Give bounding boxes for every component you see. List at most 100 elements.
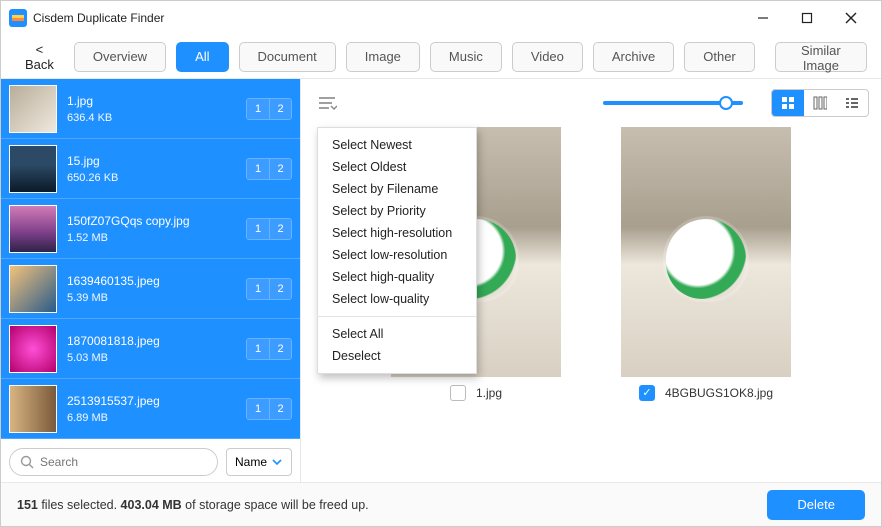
- thumbnail: [9, 325, 57, 373]
- tab-video[interactable]: Video: [512, 42, 583, 72]
- file-size-label: 6.89 MB: [67, 412, 246, 424]
- menu-item[interactable]: Select high-resolution: [318, 222, 476, 244]
- tab-all[interactable]: All: [176, 42, 228, 72]
- list-item[interactable]: 15.jpg 650.26 KB12: [1, 139, 300, 199]
- file-name-label: 1.jpg: [67, 94, 246, 108]
- file-meta: 1.jpg 636.4 KB: [67, 94, 246, 124]
- file-size-label: 650.26 KB: [67, 172, 246, 184]
- menu-item[interactable]: Select high-quality: [318, 266, 476, 288]
- titlebar: Cisdem Duplicate Finder: [1, 1, 881, 35]
- preview-pane: 1.jpg4BGBUGS1OK8.jpg Select NewestSelect…: [301, 79, 881, 482]
- file-name-label: 1639460135.jpeg: [67, 274, 246, 288]
- window-title: Cisdem Duplicate Finder: [33, 11, 741, 25]
- tab-other[interactable]: Other: [684, 42, 755, 72]
- tab-archive[interactable]: Archive: [593, 42, 674, 72]
- dup-badge[interactable]: 2: [269, 339, 291, 359]
- status-text: 151 files selected. 403.04 MB of storage…: [17, 498, 369, 512]
- list-item[interactable]: 1639460135.jpeg 5.39 MB12: [1, 259, 300, 319]
- dup-count-badges[interactable]: 12: [246, 278, 292, 300]
- menu-item[interactable]: Select by Filename: [318, 178, 476, 200]
- selection-menu-button[interactable]: [313, 89, 341, 117]
- dup-badge[interactable]: 2: [269, 99, 291, 119]
- menu-item[interactable]: Select low-resolution: [318, 244, 476, 266]
- dup-badge[interactable]: 1: [247, 339, 269, 359]
- similar-image-button[interactable]: Similar Image: [775, 42, 867, 72]
- top-toolbar: < Back Overview All Document Image Music…: [1, 35, 881, 79]
- dup-count-badges[interactable]: 12: [246, 218, 292, 240]
- dup-badge[interactable]: 2: [269, 159, 291, 179]
- dup-count-badges[interactable]: 12: [246, 98, 292, 120]
- thumbnail: [9, 205, 57, 253]
- dup-badge[interactable]: 2: [269, 219, 291, 239]
- list-item[interactable]: 2513915537.jpeg 6.89 MB12: [1, 379, 300, 439]
- thumbnail: [9, 85, 57, 133]
- dup-badge[interactable]: 1: [247, 99, 269, 119]
- file-size-label: 636.4 KB: [67, 112, 246, 124]
- select-checkbox[interactable]: [639, 385, 655, 401]
- minimize-button[interactable]: [741, 6, 785, 30]
- preview-caption: 4BGBUGS1OK8.jpg: [665, 386, 773, 400]
- preview-caption: 1.jpg: [476, 386, 502, 400]
- thumbnail-size-slider[interactable]: [603, 101, 743, 105]
- dup-badge[interactable]: 1: [247, 399, 269, 419]
- dup-count-badges[interactable]: 12: [246, 158, 292, 180]
- file-list[interactable]: 1.jpg636.4 KB1215.jpg650.26 KB12150fZ07G…: [1, 79, 300, 442]
- back-button[interactable]: < Back: [15, 36, 64, 78]
- list-item[interactable]: 1.jpg 636.4 KB12: [1, 79, 300, 139]
- thumbnail: [9, 265, 57, 313]
- tab-image[interactable]: Image: [346, 42, 420, 72]
- thumbnail: [9, 145, 57, 193]
- menu-item[interactable]: Select by Priority: [318, 200, 476, 222]
- list-item[interactable]: 150fZ07GQqs copy.jpg 1.52 MB12: [1, 199, 300, 259]
- dup-badge[interactable]: 1: [247, 219, 269, 239]
- file-meta: 15.jpg 650.26 KB: [67, 154, 246, 184]
- preview-card[interactable]: 4BGBUGS1OK8.jpg: [621, 127, 791, 401]
- view-columns-button[interactable]: [804, 90, 836, 116]
- file-size-label: 5.39 MB: [67, 292, 246, 304]
- tab-music[interactable]: Music: [430, 42, 502, 72]
- search-input-wrap[interactable]: [9, 448, 218, 476]
- file-meta: 1639460135.jpeg 5.39 MB: [67, 274, 246, 304]
- search-input[interactable]: [40, 455, 207, 469]
- menu-item[interactable]: Select Newest: [318, 134, 476, 156]
- dup-badge[interactable]: 1: [247, 279, 269, 299]
- app-icon: [9, 9, 27, 27]
- file-meta: 150fZ07GQqs copy.jpg 1.52 MB: [67, 214, 246, 244]
- dup-count-badges[interactable]: 12: [246, 338, 292, 360]
- menu-item[interactable]: Select low-quality: [318, 288, 476, 310]
- file-name-label: 15.jpg: [67, 154, 246, 168]
- dup-badge[interactable]: 1: [247, 159, 269, 179]
- statusbar: 151 files selected. 403.04 MB of storage…: [1, 482, 881, 526]
- sort-select-label: Name: [235, 455, 267, 469]
- view-grid-button[interactable]: [772, 90, 804, 116]
- file-size-label: 1.52 MB: [67, 232, 246, 244]
- sort-select[interactable]: Name: [226, 448, 292, 476]
- selection-context-menu[interactable]: Select NewestSelect OldestSelect by File…: [317, 127, 477, 374]
- file-meta: 1870081818.jpeg 5.03 MB: [67, 334, 246, 364]
- file-name-label: 150fZ07GQqs copy.jpg: [67, 214, 246, 228]
- file-name-label: 1870081818.jpeg: [67, 334, 246, 348]
- select-checkbox[interactable]: [450, 385, 466, 401]
- menu-item[interactable]: Deselect: [318, 345, 476, 367]
- search-icon: [20, 455, 34, 469]
- dup-count-badges[interactable]: 12: [246, 398, 292, 420]
- file-meta: 2513915537.jpeg 6.89 MB: [67, 394, 246, 424]
- overview-button[interactable]: Overview: [74, 42, 166, 72]
- delete-button[interactable]: Delete: [767, 490, 865, 520]
- preview-image[interactable]: [621, 127, 791, 377]
- dup-badge[interactable]: 2: [269, 399, 291, 419]
- view-list-button[interactable]: [836, 90, 868, 116]
- tab-document[interactable]: Document: [239, 42, 336, 72]
- view-mode-group: [771, 89, 869, 117]
- menu-separator: [318, 316, 476, 317]
- menu-item[interactable]: Select All: [318, 323, 476, 345]
- close-button[interactable]: [829, 6, 873, 30]
- menu-item[interactable]: Select Oldest: [318, 156, 476, 178]
- maximize-button[interactable]: [785, 6, 829, 30]
- dup-badge[interactable]: 2: [269, 279, 291, 299]
- file-name-label: 2513915537.jpeg: [67, 394, 246, 408]
- list-item[interactable]: 1870081818.jpeg 5.03 MB12: [1, 319, 300, 379]
- file-size-label: 5.03 MB: [67, 352, 246, 364]
- thumbnail: [9, 385, 57, 433]
- sidebar: 1.jpg636.4 KB1215.jpg650.26 KB12150fZ07G…: [1, 79, 301, 482]
